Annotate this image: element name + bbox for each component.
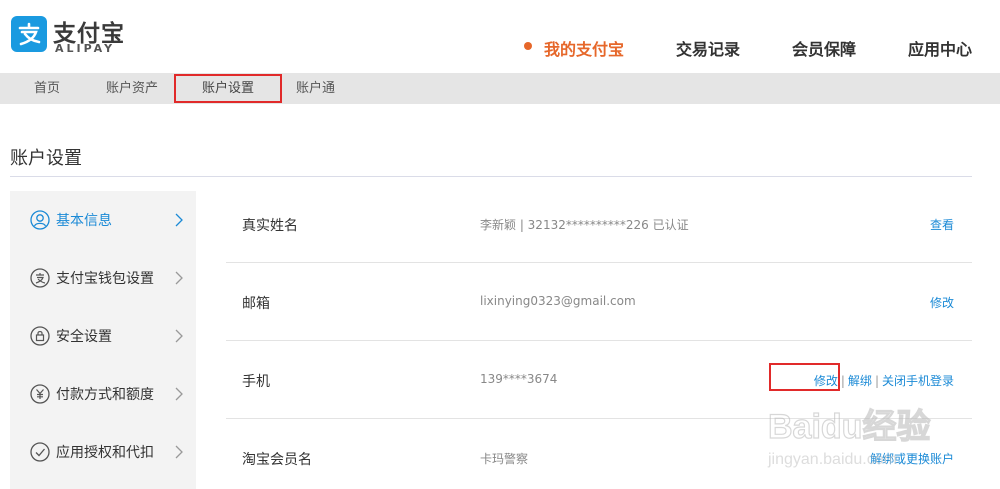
nav-label: 我的支付宝 (543, 40, 624, 59)
baidu-watermark: Baidu经验 jingyan.baidu.com (766, 396, 996, 472)
top-nav: 我的支付宝 交易记录 会员保障 应用中心 (523, 36, 972, 60)
unbind-phone-link[interactable]: 解绑 (848, 374, 872, 388)
brand-name-en: ALIPAY (55, 42, 116, 55)
sidebar-item-security[interactable]: 安全设置 (10, 307, 196, 365)
edit-email-link[interactable]: 修改 (930, 296, 954, 310)
watermark-url: jingyan.baidu.com (767, 451, 897, 468)
row-actions: 查看 (930, 216, 954, 233)
row-value: 李新颖 | 32132**********226 已认证 (480, 218, 689, 232)
alipay-logo-icon[interactable] (11, 16, 47, 52)
yuan-icon (30, 384, 50, 404)
row-label: 手机 (242, 374, 270, 390)
top-header: 支付宝 ALIPAY 我的支付宝 交易记录 会员保障 应用中心 (0, 0, 1000, 73)
sidebar-item-label: 基本信息 (56, 213, 112, 229)
row-value: lixinying0323@gmail.com (480, 294, 636, 308)
view-link[interactable]: 查看 (930, 218, 954, 232)
lock-icon (30, 326, 50, 346)
row-value: 卡玛警察 (480, 452, 529, 466)
disable-phone-login-link[interactable]: 关闭手机登录 (882, 374, 954, 388)
nav-my-alipay[interactable]: 我的支付宝 (523, 36, 624, 60)
sidebar-item-label: 支付宝钱包设置 (56, 271, 154, 287)
row-actions: 修改 (930, 294, 954, 311)
info-row-real-name: 真实姓名 李新颖 | 32132**********226 已认证 查看 (226, 185, 972, 263)
sidebar-item-basic-info[interactable]: 基本信息 (10, 191, 196, 249)
wallet-icon (30, 268, 50, 288)
nav-transactions[interactable]: 交易记录 (624, 36, 740, 60)
nav-member-protection[interactable]: 会员保障 (740, 36, 856, 60)
subnav-account-link[interactable]: 账户通 (296, 73, 335, 104)
sidebar-item-app-authorization[interactable]: 应用授权和代扣 (10, 423, 196, 481)
separator: | (874, 374, 879, 388)
sub-nav: 首页 账户资产 账户设置 账户通 (0, 73, 1000, 104)
sidebar: 基本信息 支付宝钱包设置 安全设置 付款方式和额度 应用授权和代扣 (10, 191, 196, 489)
nav-label: 交易记录 (675, 40, 740, 59)
sidebar-item-label: 安全设置 (56, 329, 112, 345)
active-dot-icon (523, 42, 532, 50)
subnav-home[interactable]: 首页 (34, 73, 60, 104)
chevron-right-icon (175, 387, 183, 401)
sidebar-item-payment-methods[interactable]: 付款方式和额度 (10, 365, 196, 423)
row-label: 邮箱 (242, 296, 270, 312)
title-divider (10, 176, 972, 177)
chevron-right-icon (175, 445, 183, 459)
watermark-text: Baidu经验 (768, 407, 930, 446)
sidebar-item-label: 应用授权和代扣 (56, 445, 154, 461)
chevron-right-icon (175, 213, 183, 227)
nav-label: 应用中心 (907, 40, 972, 59)
sidebar-item-label: 付款方式和额度 (56, 387, 154, 403)
user-icon (30, 210, 50, 230)
nav-app-center[interactable]: 应用中心 (856, 36, 972, 60)
chevron-right-icon (175, 329, 183, 343)
chevron-right-icon (175, 271, 183, 285)
page-title: 账户设置 (10, 148, 82, 169)
nav-label: 会员保障 (791, 40, 856, 59)
highlight-annotation (769, 363, 840, 391)
info-row-email: 邮箱 lixinying0323@gmail.com 修改 (226, 263, 972, 341)
sidebar-item-wallet-settings[interactable]: 支付宝钱包设置 (10, 249, 196, 307)
subnav-account-settings[interactable]: 账户设置 (174, 74, 283, 103)
check-icon (30, 442, 50, 462)
row-label: 淘宝会员名 (242, 452, 312, 468)
row-value: 139****3674 (480, 372, 558, 386)
row-label: 真实姓名 (242, 218, 298, 234)
subnav-assets[interactable]: 账户资产 (106, 73, 158, 104)
